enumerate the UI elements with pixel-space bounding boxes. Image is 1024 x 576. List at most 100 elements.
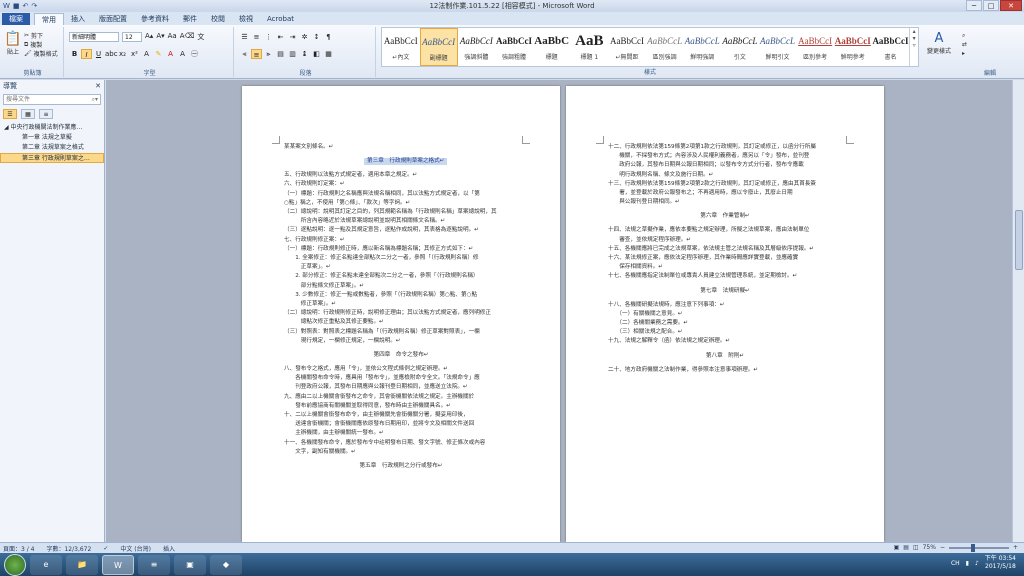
- close-icon[interactable]: ✕: [95, 80, 101, 92]
- justify-icon[interactable]: ▤: [275, 49, 286, 59]
- document-line[interactable]: 九、應由二以上機關會銜發布之命令，其會銜機關依法規之規定。主辦機關於: [284, 394, 474, 401]
- multilevel-list-icon[interactable]: ⋮: [263, 32, 274, 42]
- document-line[interactable]: 十一、各機關發布命令，應於發布令中註明發布日期、發文字號、修正條次或內容: [284, 440, 485, 447]
- highlight-button[interactable]: ✎: [153, 49, 164, 59]
- minimize-button[interactable]: ─: [966, 0, 982, 11]
- tab-view[interactable]: 檢視: [232, 13, 260, 25]
- document-line[interactable]: 第五章 行政規則之分行或發布↵: [242, 463, 560, 470]
- increase-indent-icon[interactable]: ⇥: [287, 32, 298, 42]
- tab-acrobat[interactable]: Acrobat: [260, 13, 301, 25]
- document-line[interactable]: 第七章 法規研擬↵: [566, 288, 884, 295]
- document-line[interactable]: 十二、行政規則依法第159條第2項第1款之行政規則，其訂定或修正，以函分行所屬: [608, 144, 816, 151]
- style-item-selected[interactable]: AaBbCcI 副標題: [419, 28, 458, 66]
- style-item[interactable]: AaBbCcI ↵無間距: [608, 28, 646, 66]
- taskbar-word[interactable]: W: [102, 554, 134, 575]
- document-line[interactable]: 十七、各機關應指定法制單位或專責人員建立法規管理系統，並定期檢討。↵: [608, 273, 797, 280]
- document-line[interactable]: 3. 少數修正：修正一點或數點者，參照「（行政規則名稱）第○點、第○點: [284, 292, 477, 299]
- zoom-slider[interactable]: [948, 543, 1009, 552]
- document-line[interactable]: 署，並登載於政府公報發布之；不再適用時，應以令廢止，其廢止日期: [608, 190, 792, 197]
- nav-search-input[interactable]: 搜尋文件 ⌕▾: [3, 94, 101, 105]
- superscript-button[interactable]: x²: [129, 49, 140, 59]
- document-line[interactable]: 十、二以上機關會銜發布命令，由主辦機關先會銜機關分署，擬妥用印後，: [284, 412, 469, 419]
- tab-review[interactable]: 校閱: [204, 13, 232, 25]
- document-line[interactable]: 五、行政規則以法點方式規定者，適用本章之規定。↵: [284, 172, 417, 179]
- document-line[interactable]: 總點次修正重點及其修正要點。↵: [284, 319, 384, 326]
- document-line[interactable]: 審查，並依規定程序辦理。↵: [608, 237, 691, 244]
- distributed-icon[interactable]: ▥: [287, 49, 298, 59]
- document-line[interactable]: 十三、行政規則依法第159條第2項第2款之行政規則，其訂定或修正，應由其首長簽: [608, 181, 816, 188]
- style-item[interactable]: AaBbCcI 書名: [872, 28, 910, 66]
- view-web-icon[interactable]: ◫: [913, 544, 919, 551]
- zoom-in-icon[interactable]: +: [1013, 544, 1018, 551]
- tab-home[interactable]: 常用: [34, 13, 64, 25]
- document-line[interactable]: （三）對照表：對照表之標題名稱為「（行政規則名稱）修正草案對照表」，一欄: [284, 329, 480, 336]
- document-line[interactable]: （二）總說明：行政規則修正時，說明修正理由；其以法點方式規定者，應列明修正: [284, 310, 491, 317]
- change-case-icon[interactable]: Aa: [168, 32, 177, 42]
- taskbar-app-5[interactable]: ▣: [174, 554, 206, 575]
- nav-headings-tab[interactable]: ☰: [3, 109, 17, 119]
- document-line[interactable]: 正草案」。↵: [284, 264, 331, 271]
- bullets-icon[interactable]: ☰: [239, 32, 250, 42]
- subscript-button[interactable]: x₂: [117, 49, 128, 59]
- nav-results-tab[interactable]: ≡: [39, 109, 53, 119]
- clock[interactable]: 下午 03:54 2017/5/18: [985, 555, 1016, 571]
- status-page[interactable]: 頁面：3 / 4: [3, 544, 34, 553]
- style-item[interactable]: AaBbCcL 引文: [721, 28, 759, 66]
- change-styles-button[interactable]: A 變更樣式: [925, 31, 953, 55]
- tab-page-layout[interactable]: 版面配置: [92, 13, 134, 25]
- style-item[interactable]: AaB 標題 1: [571, 28, 609, 66]
- tab-references[interactable]: 參考資料: [134, 13, 176, 25]
- replace-button[interactable]: ⇄: [962, 40, 967, 49]
- grow-font-icon[interactable]: A▴: [145, 32, 153, 42]
- document-line[interactable]: 第四章 命令之發布↵: [242, 352, 560, 359]
- zoom-out-icon[interactable]: −: [940, 544, 945, 551]
- view-read-icon[interactable]: ▤: [903, 544, 909, 551]
- char-shading-button[interactable]: A: [177, 49, 188, 59]
- shrink-font-icon[interactable]: A▾: [156, 32, 164, 42]
- nav-item-chapter-1[interactable]: 第一章 法規之草擬: [0, 133, 104, 143]
- start-button[interactable]: [4, 553, 26, 576]
- style-item[interactable]: AaBbC 標題: [533, 28, 571, 66]
- document-line[interactable]: 2. 部分修正：修正名點未達全部點次二分之一者，參照「（行政規則名稱）: [284, 273, 478, 280]
- document-line[interactable]: （二）各機關業務之需要。↵: [608, 320, 688, 327]
- clear-format-icon[interactable]: A⌫: [180, 32, 195, 42]
- phonetic-icon[interactable]: 文: [197, 32, 204, 42]
- document-line[interactable]: （一）有關機關之意見。↵: [608, 311, 682, 318]
- style-item[interactable]: AaBbCcI 強調斜體: [458, 28, 496, 66]
- italic-button[interactable]: I: [81, 49, 92, 59]
- page-left[interactable]: 某某案文別條名。↵ 第三章 行政規則草案之格式↵ 五、行政規則以法點方式規定者，適用…: [242, 86, 560, 542]
- styles-scroll[interactable]: ▴ ▾ ▿: [909, 28, 918, 66]
- status-mode[interactable]: 插入: [163, 544, 175, 553]
- document-line[interactable]: 主辦機關，由主辦機關統一發布。↵: [284, 430, 384, 437]
- shading-icon[interactable]: ◧: [311, 49, 322, 59]
- vertical-scrollbar[interactable]: [1012, 80, 1024, 542]
- document-line[interactable]: 十九、法規之解釋令（函）依法規之規定辦理。↵: [608, 338, 730, 345]
- document-line[interactable]: 各機關發布命令時，應具用「發布令」，並應檢附命令全文。「法規命令」應: [284, 375, 480, 382]
- document-line[interactable]: 與公報刊登日期相同。↵: [608, 199, 680, 206]
- paste-button[interactable]: 📋 貼上: [4, 31, 22, 56]
- document-line[interactable]: （一）標題：行政規則修正時，應以新名稱為標題名稱；其修正方式如下：↵: [284, 246, 473, 253]
- document-line[interactable]: 十四、法規之草擬作業，應依本要點之規定辦理，所擬之法規草案，應由法制單位: [608, 227, 809, 234]
- select-button[interactable]: ▸: [962, 49, 967, 58]
- strikethrough-button[interactable]: abc: [105, 49, 118, 59]
- document-line[interactable]: 二十、地方政府機關之法制作業，得參照本注意事項辦理。↵: [608, 367, 758, 374]
- document-line[interactable]: 1. 全案修正：修正名點達全部點次二分之一者，參照「（行政規則名稱）修: [284, 255, 478, 262]
- proofing-icon[interactable]: ✓: [103, 545, 108, 552]
- decrease-indent-icon[interactable]: ⇤: [275, 32, 286, 42]
- document-line[interactable]: 十八、各機關研擬法規時，應注意下列事項：↵: [608, 302, 725, 309]
- nav-item-chapter-2[interactable]: 第二章 法規草案之格式: [0, 143, 104, 153]
- style-item[interactable]: AaBbCcL 鮮明引文: [759, 28, 797, 66]
- align-left-icon[interactable]: ⫷: [239, 49, 250, 59]
- style-item[interactable]: AaBbCcI 區別參考: [796, 28, 834, 66]
- document-line[interactable]: 十六、某法規修正案，應依法定程序辦理，其作業時間應詳實登載，並應確實: [608, 255, 798, 262]
- document-line[interactable]: （一）標題：行政規則之名稱應與法規名稱相同，其以法點方式規定者，以「第: [284, 191, 480, 198]
- document-line[interactable]: 明行政規則名稱、條文及施行日期。↵: [608, 172, 713, 179]
- document-line[interactable]: 十五、各機關應將已完成之法規草案，依法規主管之法規名稱及其層級依序提報。↵: [608, 246, 814, 253]
- view-print-icon[interactable]: ▣: [894, 544, 900, 551]
- document-line[interactable]: 機關，不採發布方式；內容涉及人民權利義務者，應另以「令」發布，並刊登: [608, 153, 809, 160]
- enclose-char-button[interactable]: ㊀: [189, 49, 200, 59]
- chinese-layout-icon[interactable]: ✲: [299, 32, 310, 42]
- tab-mailings[interactable]: 郵件: [176, 13, 204, 25]
- tab-insert[interactable]: 插入: [64, 13, 92, 25]
- font-name-select[interactable]: 新細明體: [69, 32, 119, 42]
